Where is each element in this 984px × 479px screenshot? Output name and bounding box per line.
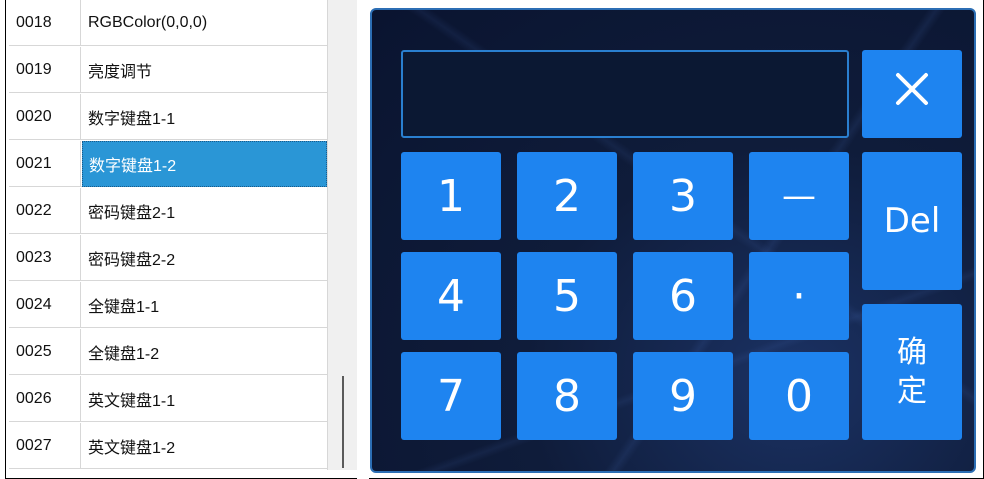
key-5[interactable]: 5 [517,252,617,340]
numeric-keypad: 1 2 3 — Del 4 5 6 · 7 8 9 0 确 定 [370,8,976,473]
row-name: 密码键盘2-2 [88,252,176,269]
key-3[interactable]: 3 [633,152,733,240]
key-6[interactable]: 6 [633,252,733,340]
row-id: 0018 [9,0,81,46]
keypad-display[interactable] [401,50,849,138]
confirm-button[interactable]: 确 定 [862,304,962,440]
del-button[interactable]: Del [862,152,962,290]
list-row[interactable]: 0024 全键盘1-1 [9,282,327,328]
list-row[interactable]: 0020 数字键盘1-1 [9,94,327,140]
key-dot[interactable]: · [749,252,849,340]
panel-divider [357,0,369,479]
row-name: 数字键盘1-1 [88,111,176,128]
scrollbar-thumb[interactable] [342,376,344,468]
list-scrollbar[interactable] [327,0,357,470]
close-button[interactable] [862,50,962,138]
list-row[interactable]: 0023 密码键盘2-2 [9,235,327,281]
key-8[interactable]: 8 [517,352,617,440]
row-id: 0022 [9,188,81,234]
row-name: 英文键盘1-1 [88,393,176,410]
list-row[interactable]: 0019 亮度调节 [9,47,327,93]
row-name: RGBColor(0,0,0) [88,14,208,31]
list-row[interactable]: 0025 全键盘1-2 [9,329,327,375]
row-id: 0025 [9,329,81,375]
row-id: 0020 [9,94,81,140]
key-9[interactable]: 9 [633,352,733,440]
close-x-icon [892,69,932,120]
row-id: 0021 [9,141,81,187]
list-row[interactable]: 0018 RGBColor(0,0,0) [9,0,327,46]
row-name: 全键盘1-2 [88,346,160,363]
key-1[interactable]: 1 [401,152,501,240]
key-minus[interactable]: — [749,152,849,240]
row-id: 0024 [9,282,81,328]
row-id: 0023 [9,235,81,281]
list-row[interactable]: 0027 英文键盘1-2 [9,423,327,469]
list-row-selected[interactable]: 0021 数字键盘1-2 [9,141,327,187]
row-name: 全键盘1-1 [88,299,160,316]
row-id: 0019 [9,47,81,93]
record-list: 0018 RGBColor(0,0,0) 0019 亮度调节 0020 数字键盘… [9,0,327,470]
list-row[interactable]: 0022 密码键盘2-1 [9,188,327,234]
key-2[interactable]: 2 [517,152,617,240]
row-id: 0027 [9,423,81,469]
row-name: 英文键盘1-2 [88,440,176,457]
key-4[interactable]: 4 [401,252,501,340]
confirm-label-line2: 定 [897,374,927,409]
row-name: 数字键盘1-2 [82,141,327,187]
row-name: 密码键盘2-1 [88,205,176,222]
list-row[interactable]: 0026 英文键盘1-1 [9,376,327,422]
row-name: 亮度调节 [88,64,153,81]
row-id: 0026 [9,376,81,422]
key-0[interactable]: 0 [749,352,849,440]
key-7[interactable]: 7 [401,352,501,440]
confirm-label-line1: 确 [897,335,927,370]
